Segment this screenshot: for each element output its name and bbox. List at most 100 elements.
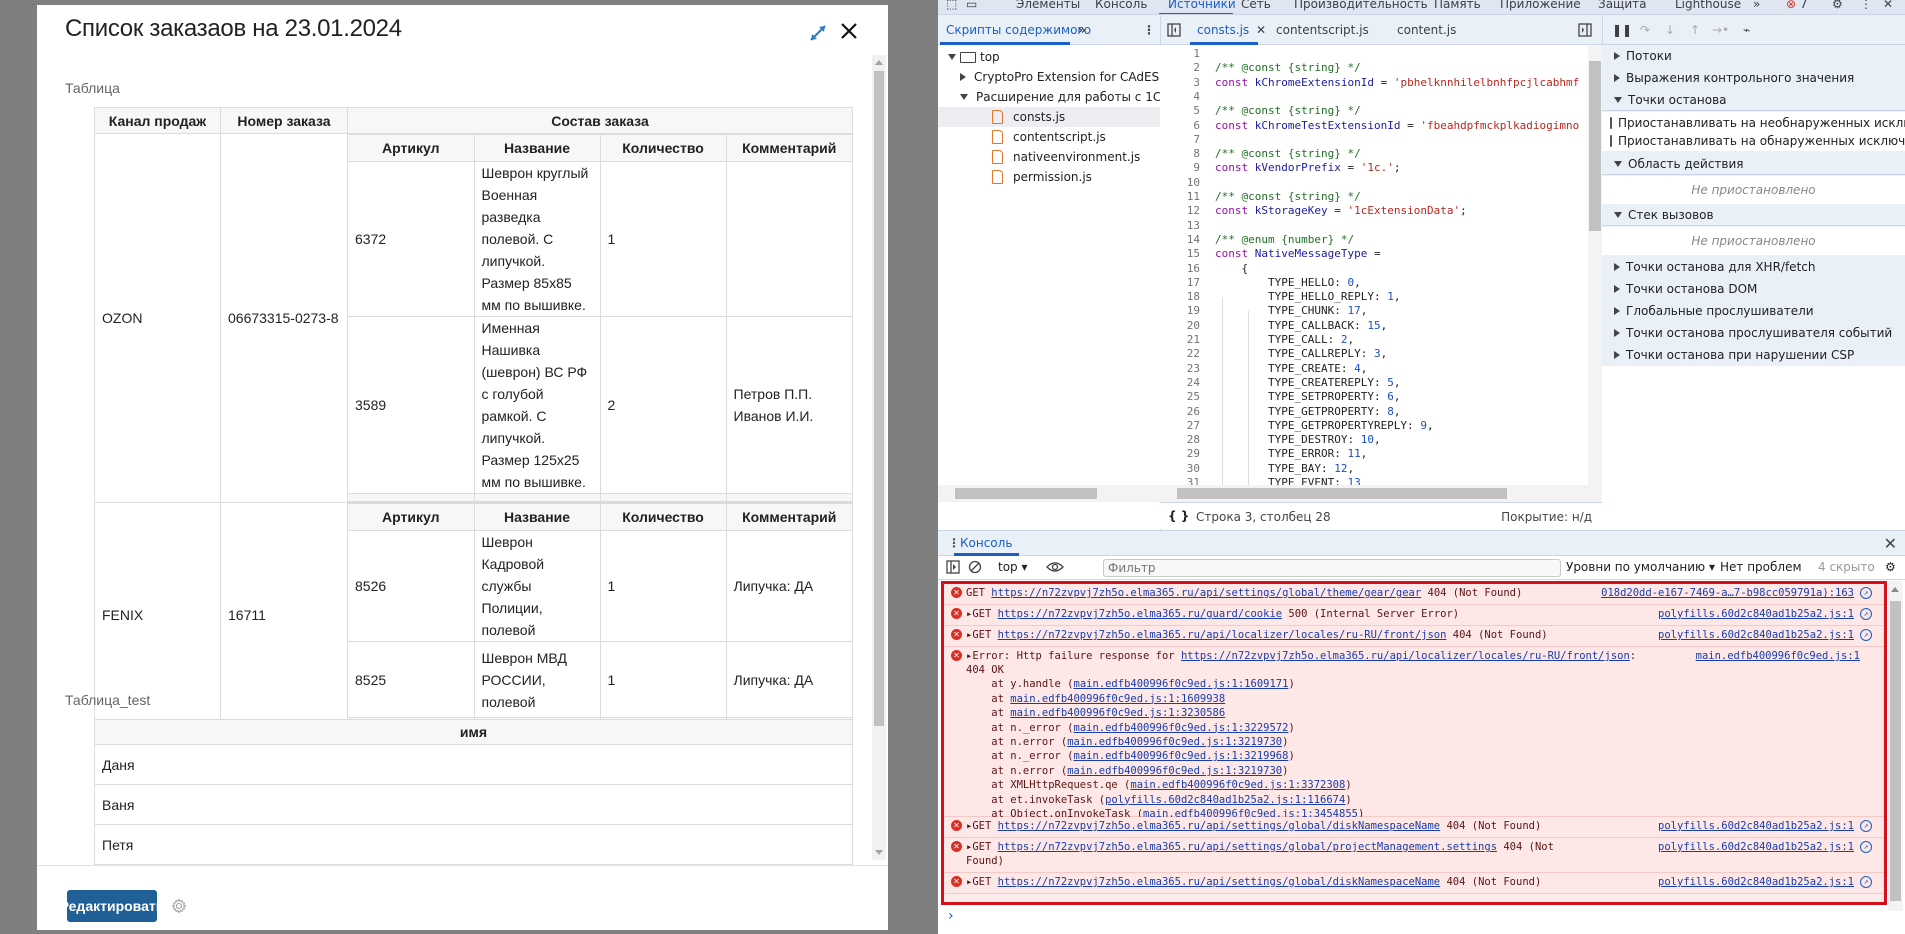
edit-button[interactable]: Редактировать bbox=[60, 890, 164, 922]
tree-item-file[interactable]: consts.js bbox=[938, 107, 1160, 127]
context-select[interactable]: top ▾ bbox=[998, 560, 1028, 574]
line-number[interactable]: 28 bbox=[1160, 433, 1200, 447]
toggle-navigator-icon[interactable] bbox=[1167, 23, 1181, 40]
step-over-icon[interactable]: ↷ bbox=[1640, 23, 1650, 37]
scroll-down-arrow-icon[interactable] bbox=[875, 850, 883, 855]
line-number[interactable]: 12 bbox=[1160, 204, 1200, 218]
sidebar-toggle-icon[interactable] bbox=[946, 560, 960, 577]
line-number[interactable]: 22 bbox=[1160, 347, 1200, 361]
section-xhr-breakpoints[interactable]: Точки останова для XHR/fetch bbox=[1602, 256, 1905, 278]
source-link[interactable]: main.edfb400996f0c9ed.js:1 bbox=[1696, 649, 1860, 663]
pause-icon[interactable]: ❚❚ bbox=[1612, 23, 1632, 37]
tab-console[interactable]: Консоль bbox=[1095, 0, 1147, 11]
line-number[interactable]: 19 bbox=[1160, 304, 1200, 318]
line-number[interactable]: 1 bbox=[1160, 47, 1200, 61]
table-row[interactable]: Даня bbox=[94, 744, 853, 785]
source-link[interactable]: polyfills.60d2c840ad1b25a2.js:1 bbox=[1658, 875, 1854, 889]
network-request-icon[interactable]: ↗ bbox=[1860, 587, 1872, 599]
clear-console-icon[interactable] bbox=[968, 560, 982, 577]
line-number[interactable]: 25 bbox=[1160, 390, 1200, 404]
file-tab-content[interactable]: content.js bbox=[1397, 23, 1456, 37]
line-number[interactable]: 29 bbox=[1160, 447, 1200, 461]
section-threads[interactable]: Потоки bbox=[1602, 45, 1905, 67]
section-call-stack[interactable]: Стек вызовов bbox=[1602, 204, 1905, 226]
line-number[interactable]: 27 bbox=[1160, 419, 1200, 433]
stack-frame-link[interactable]: main.edfb400996f0c9ed.js:1:3219730 bbox=[1067, 736, 1282, 748]
close-drawer-icon[interactable]: ✕ bbox=[1884, 534, 1897, 553]
tree-item-extension[interactable]: CryptoPro Extension for CAdES B bbox=[960, 67, 1160, 87]
tab-performance[interactable]: Производительность bbox=[1294, 0, 1428, 11]
tree-item-file[interactable]: contentscript.js bbox=[938, 127, 1106, 147]
modal-scrollbar[interactable] bbox=[872, 55, 886, 860]
line-number[interactable]: 16 bbox=[1160, 262, 1200, 276]
tab-security[interactable]: Защита bbox=[1598, 0, 1647, 11]
request-url-link[interactable]: https://n72zvpvj7zh5o.elma365.ru/api/loc… bbox=[1181, 650, 1630, 662]
step-into-icon[interactable]: ↓ bbox=[1665, 23, 1675, 37]
network-request-icon[interactable]: ↗ bbox=[1860, 876, 1872, 888]
close-icon[interactable] bbox=[837, 19, 861, 43]
error-count-icon[interactable]: ⊗ 7 bbox=[1786, 0, 1808, 11]
line-number[interactable]: 13 bbox=[1160, 219, 1200, 233]
network-request-icon[interactable]: ↗ bbox=[1860, 820, 1872, 832]
console-error-message[interactable]: ✕ ▸GET https://n72zvpvj7zh5o.elma365.ru/a… bbox=[944, 838, 1884, 873]
stack-frame-link[interactable]: main.edfb400996f0c9ed.js:1:1609171 bbox=[1074, 678, 1289, 690]
line-number[interactable]: 18 bbox=[1160, 290, 1200, 304]
line-number[interactable]: 7 bbox=[1160, 133, 1200, 147]
source-link[interactable]: 018d20dd-e167-7469-a…7-b98cc059791a):163 bbox=[1601, 586, 1854, 600]
console-prompt[interactable]: › bbox=[948, 908, 954, 924]
code-editor[interactable]: 1 2/** @const {string} */3 const kChromeEx… bbox=[1160, 45, 1602, 502]
stack-frame-link[interactable]: main.edfb400996f0c9ed.js:1:1609938 bbox=[1010, 693, 1225, 705]
more-navigator-tabs-icon[interactable]: » bbox=[1078, 23, 1086, 37]
tree-item-file[interactable]: nativeenvironment.js bbox=[938, 147, 1140, 167]
drawer-menu-icon[interactable]: ⋮ bbox=[948, 536, 960, 550]
file-tab-consts[interactable]: consts.js bbox=[1197, 23, 1249, 37]
source-link[interactable]: polyfills.60d2c840ad1b25a2.js:1 bbox=[1658, 607, 1854, 621]
line-number[interactable]: 10 bbox=[1160, 176, 1200, 190]
expand-icon[interactable] bbox=[807, 22, 829, 44]
stack-frame-link[interactable]: main.edfb400996f0c9ed.js:1:3219730 bbox=[1067, 765, 1282, 777]
tab-lighthouse[interactable]: Lighthouse bbox=[1675, 0, 1741, 11]
network-request-icon[interactable]: ↗ bbox=[1860, 841, 1872, 853]
source-link[interactable]: polyfills.60d2c840ad1b25a2.js:1 bbox=[1658, 819, 1854, 833]
source-link[interactable]: polyfills.60d2c840ad1b25a2.js:1 bbox=[1658, 840, 1854, 854]
section-global-listeners[interactable]: Глобальные прослушиватели bbox=[1602, 300, 1905, 322]
network-request-icon[interactable]: ↗ bbox=[1860, 629, 1872, 641]
line-number[interactable]: 15 bbox=[1160, 247, 1200, 261]
navigator-menu-icon[interactable]: ⋮ bbox=[1143, 23, 1155, 37]
section-scope[interactable]: Область действия bbox=[1602, 153, 1905, 175]
line-number[interactable]: 9 bbox=[1160, 161, 1200, 175]
console-error-message[interactable]: ✕ ▸Error: Http failure response for https… bbox=[944, 647, 1884, 820]
item-row[interactable]: 8526 Шеврон Кадровой службы Полиции, поле… bbox=[348, 530, 852, 642]
stack-frame-link[interactable]: polyfills.60d2c840ad1b25a2.js:1:116674 bbox=[1105, 794, 1345, 806]
tab-content-scripts[interactable]: Скрипты содержимого bbox=[946, 23, 1091, 37]
console-error-message[interactable]: ✕ ▸GET https://n72zvpvj7zh5o.elma365.ru/g… bbox=[944, 605, 1884, 626]
line-number[interactable]: 21 bbox=[1160, 333, 1200, 347]
editor-hscrollbar[interactable] bbox=[1160, 485, 1602, 502]
stack-frame-link[interactable]: main.edfb400996f0c9ed.js:1:3372308 bbox=[1130, 779, 1345, 791]
line-number[interactable]: 6 bbox=[1160, 119, 1200, 133]
tab-elements[interactable]: Элементы bbox=[1016, 0, 1080, 11]
order-row[interactable]: FENIX 16711 Артикул Название Количество Комме… bbox=[94, 502, 853, 727]
gear-icon[interactable] bbox=[171, 898, 187, 914]
line-number[interactable]: 23 bbox=[1160, 362, 1200, 376]
tab-sources[interactable]: Источники bbox=[1168, 0, 1236, 11]
more-tabs-button[interactable]: » bbox=[1753, 0, 1760, 11]
console-error-message[interactable]: ✕ GET https://n72zvpvj7zh5o.elma365.ru/ap… bbox=[944, 584, 1884, 605]
tab-application[interactable]: Приложение bbox=[1500, 0, 1581, 11]
line-number[interactable]: 30 bbox=[1160, 462, 1200, 476]
section-watch[interactable]: Выражения контрольного значения bbox=[1602, 67, 1905, 89]
request-url-link[interactable]: https://n72zvpvj7zh5o.elma365.ru/api/loc… bbox=[998, 629, 1447, 641]
item-row[interactable]: 3589 Именная Нашивка (шеврон) ВС РФ с гол… bbox=[348, 316, 852, 494]
line-number[interactable]: 17 bbox=[1160, 276, 1200, 290]
line-number[interactable]: 4 bbox=[1160, 90, 1200, 104]
section-breakpoints[interactable]: Точки останова bbox=[1602, 89, 1905, 111]
request-url-link[interactable]: https://n72zvpvj7zh5o.elma365.ru/guard/c… bbox=[998, 608, 1282, 620]
table-row[interactable]: Ваня bbox=[94, 784, 853, 825]
device-toolbar-icon[interactable]: ▭ bbox=[966, 0, 977, 11]
close-devtools-icon[interactable]: ✕ bbox=[1883, 0, 1893, 11]
pause-caught-checkbox[interactable]: Приостанавливать на обнаруженных исключе… bbox=[1602, 131, 1905, 151]
console-error-message[interactable]: ✕ ▸GET https://n72zvpvj7zh5o.elma365.ru/a… bbox=[944, 626, 1884, 647]
line-number[interactable]: 3 bbox=[1160, 76, 1200, 90]
line-number[interactable]: 8 bbox=[1160, 147, 1200, 161]
console-settings-gear-icon[interactable]: ⚙ bbox=[1885, 560, 1896, 574]
